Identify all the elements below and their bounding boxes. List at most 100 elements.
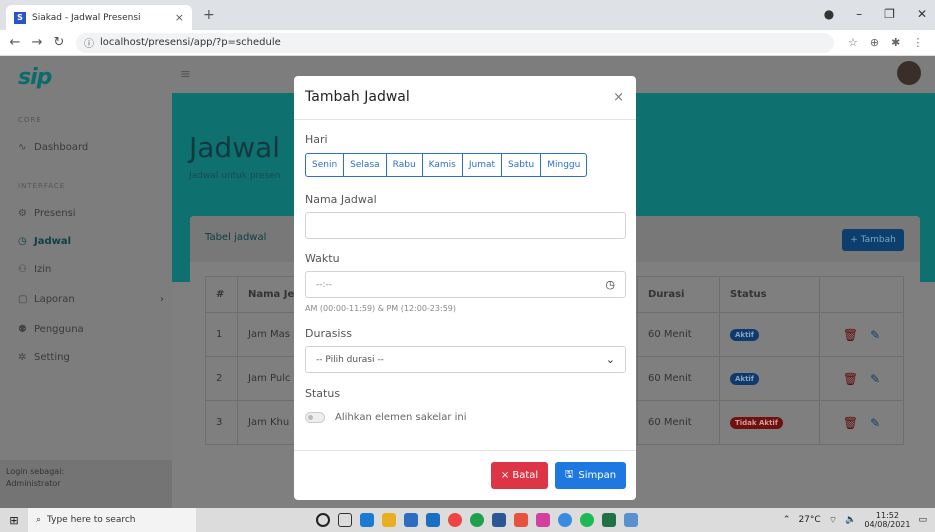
- url-text: localhost/presensi/app/?p=schedule: [100, 37, 281, 48]
- status-badge: Aktif: [730, 328, 759, 341]
- cortana-icon[interactable]: [316, 513, 330, 527]
- sidebar: sip CORE ∿ Dashboard INTERFACE ⚙ Presensi …: [0, 56, 172, 508]
- row-duration: 60 Menit: [637, 400, 720, 445]
- duration-select[interactable]: -- Pilih durasi -- ⌄: [305, 346, 626, 373]
- new-tab-icon[interactable]: +: [203, 7, 215, 23]
- notification-icon[interactable]: ▭: [918, 515, 927, 525]
- store-icon[interactable]: [404, 513, 418, 527]
- close-icon[interactable]: ×: [613, 90, 624, 105]
- time-input[interactable]: --:-- ◷: [305, 271, 626, 298]
- url-field[interactable]: ⓘ localhost/presensi/app/?p=schedule: [76, 32, 834, 53]
- status-toggle-row: Alihkan elemen sakelar ini: [305, 412, 467, 423]
- save-icon: 🖫: [564, 469, 574, 480]
- forward-icon[interactable]: →: [30, 35, 44, 50]
- save-button[interactable]: 🖫 Simpan: [555, 462, 626, 489]
- taskbar-search[interactable]: ⌕ Type here to search: [28, 508, 196, 532]
- modal-title: Tambah Jadwal: [305, 89, 410, 105]
- status-label: Status: [305, 387, 341, 400]
- excel-icon[interactable]: [602, 513, 616, 527]
- maximize-icon[interactable]: ❐: [884, 7, 895, 21]
- login-role: Administrator: [6, 479, 61, 488]
- time-hint: AM (00:00-11:59) & PM (12:00-23:59): [305, 304, 456, 313]
- day-minggu[interactable]: Minggu: [541, 154, 586, 176]
- weather-text[interactable]: 27°C: [798, 515, 820, 525]
- login-label: Login sebagai:: [6, 467, 65, 476]
- info-icon[interactable]: ⓘ: [84, 35, 94, 50]
- back-icon[interactable]: ←: [8, 35, 22, 50]
- trash-icon[interactable]: 🗑: [843, 328, 858, 342]
- windows-taskbar: ⊞ ⌕ Type here to search ⌃ 27°C ⌔ 🔈 11:52…: [0, 508, 935, 532]
- settings-icon: ✲: [18, 352, 27, 363]
- brand-logo[interactable]: sip: [18, 65, 52, 90]
- address-bar-row: ← → ↻ ⓘ localhost/presensi/app/?p=schedu…: [0, 30, 935, 56]
- menu-icon[interactable]: ⋮: [912, 36, 923, 49]
- day-senin[interactable]: Senin: [306, 154, 345, 176]
- mail-icon[interactable]: [426, 513, 440, 527]
- day-selasa[interactable]: Selasa: [344, 154, 387, 176]
- star-icon[interactable]: ☆: [848, 36, 858, 49]
- day-sabtu[interactable]: Sabtu: [502, 154, 542, 176]
- edit-icon[interactable]: ✎: [870, 416, 880, 430]
- app-blue-icon[interactable]: [558, 513, 572, 527]
- login-info: Login sebagai: Administrator: [0, 460, 172, 508]
- task-view-icon[interactable]: [338, 513, 352, 527]
- volume-icon[interactable]: 🔈: [845, 515, 856, 525]
- file-explorer-icon[interactable]: [382, 513, 396, 527]
- trash-icon[interactable]: 🗑: [843, 416, 858, 430]
- puzzle-icon[interactable]: ✱: [891, 36, 900, 49]
- word-icon[interactable]: [492, 513, 506, 527]
- day-rabu[interactable]: Rabu: [387, 154, 423, 176]
- edge-icon[interactable]: [360, 513, 374, 527]
- taskbar-search-placeholder: Type here to search: [47, 515, 136, 525]
- hamburger-icon[interactable]: ≡: [180, 67, 191, 82]
- chrome-icon[interactable]: [448, 513, 462, 527]
- day-kamis[interactable]: Kamis: [423, 154, 463, 176]
- app-green-icon[interactable]: [470, 513, 484, 527]
- avatar[interactable]: [897, 61, 921, 85]
- minimize-icon[interactable]: –: [856, 7, 862, 21]
- page-title: Jadwal: [189, 131, 281, 164]
- profile-icon[interactable]: ●: [824, 7, 834, 21]
- folder-icon: ▢: [18, 294, 28, 305]
- add-schedule-button[interactable]: + Tambah: [842, 229, 904, 251]
- chevron-right-icon: ›: [160, 294, 164, 305]
- section-core: CORE: [18, 116, 42, 124]
- reload-icon[interactable]: ↻: [52, 35, 66, 50]
- sidebar-item-presensi[interactable]: ⚙ Presensi: [18, 208, 76, 219]
- windows-start-icon[interactable]: ⊞: [0, 514, 28, 527]
- card-title: Tabel jadwal: [205, 232, 267, 243]
- nama-input[interactable]: [305, 212, 626, 239]
- close-tab-icon[interactable]: ×: [175, 11, 184, 24]
- network-icon[interactable]: ⌔: [829, 515, 837, 526]
- sidebar-item-dashboard[interactable]: ∿ Dashboard: [18, 142, 88, 153]
- close-window-icon[interactable]: ✕: [917, 7, 927, 21]
- sidebar-item-pengguna[interactable]: ⚉ Pengguna: [18, 324, 84, 335]
- spotify-icon[interactable]: [580, 513, 594, 527]
- sidebar-item-jadwal[interactable]: ◷ Jadwal: [18, 236, 71, 247]
- modal-header: Tambah Jadwal ×: [294, 76, 636, 120]
- time-placeholder: --:--: [316, 279, 333, 290]
- extensions-area: ☆ ⊕ ✱ ⋮: [848, 36, 923, 49]
- trash-icon[interactable]: 🗑: [843, 372, 858, 386]
- figma-icon[interactable]: [514, 513, 528, 527]
- taskbar-clock[interactable]: 11:52 04/08/2021: [864, 511, 910, 529]
- chevron-up-icon[interactable]: ⌃: [783, 515, 791, 525]
- sidebar-item-laporan[interactable]: ▢ Laporan ›: [18, 294, 164, 305]
- activity-icon: ∿: [18, 142, 27, 153]
- browser-tab[interactable]: S Siakad - Jadwal Presensi ×: [6, 5, 192, 30]
- chevron-down-icon: ⌄: [605, 353, 615, 366]
- app-pink-icon[interactable]: [536, 513, 550, 527]
- status-toggle[interactable]: [305, 412, 325, 423]
- clock-icon[interactable]: ◷: [605, 279, 615, 290]
- taskbar-apps: [316, 513, 638, 527]
- day-jumat[interactable]: Jumat: [463, 154, 503, 176]
- sidebar-item-setting[interactable]: ✲ Setting: [18, 352, 70, 363]
- edit-icon[interactable]: ✎: [870, 328, 880, 342]
- cancel-button[interactable]: × Batal: [491, 462, 548, 489]
- nama-label: Nama Jadwal: [305, 193, 377, 206]
- edit-icon[interactable]: ✎: [870, 372, 880, 386]
- app-icon[interactable]: [624, 513, 638, 527]
- gear-icon: ⚙: [18, 208, 27, 219]
- extension-icon[interactable]: ⊕: [870, 36, 879, 49]
- sidebar-item-izin[interactable]: ⚇ Izin: [18, 264, 51, 275]
